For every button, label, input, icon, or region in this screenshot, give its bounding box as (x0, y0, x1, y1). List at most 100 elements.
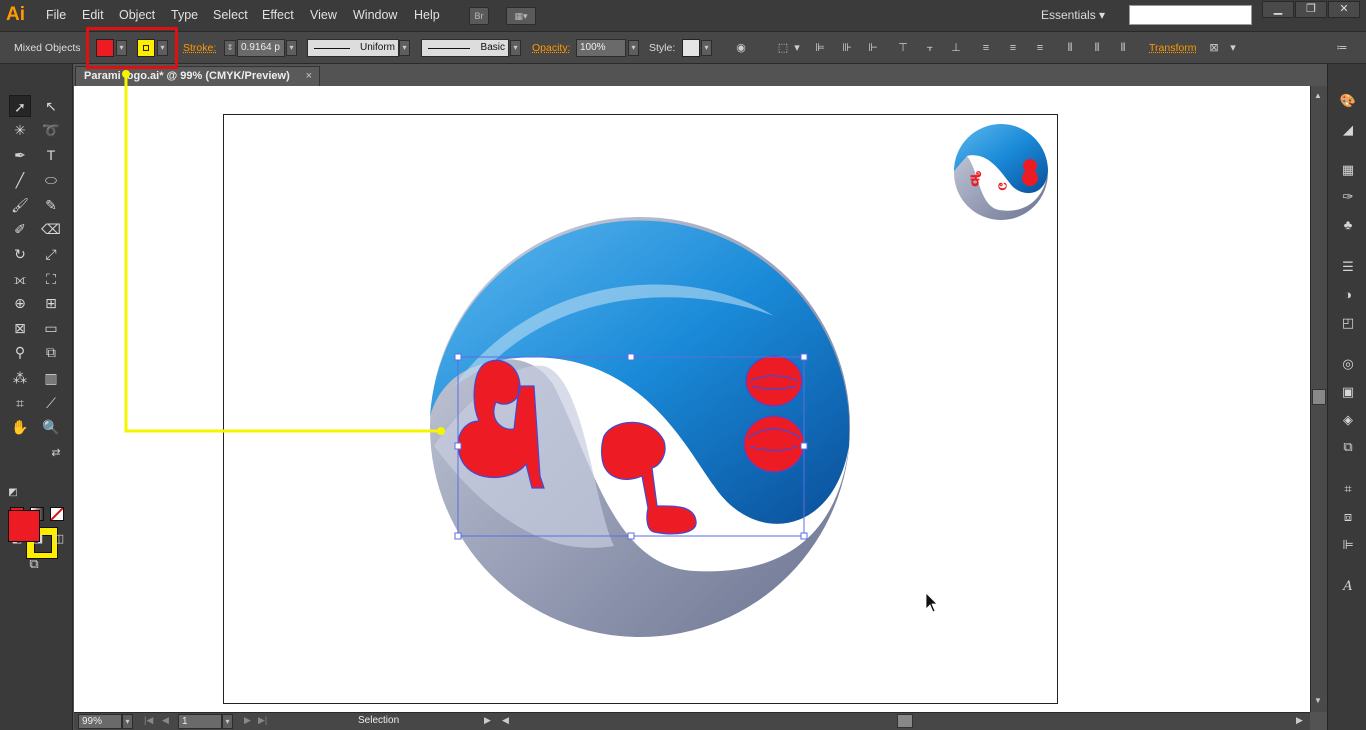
brush-definition[interactable]: Basic (421, 39, 509, 57)
pen-tool-icon[interactable]: ✒ (9, 144, 31, 166)
gradient-tool-icon[interactable]: ▭ (40, 317, 62, 339)
gradient-panel-icon[interactable]: ◑ (1338, 286, 1358, 304)
brushes-icon[interactable]: ✑ (1338, 188, 1358, 206)
stroke-weight-field[interactable]: 0.9164 p (237, 39, 285, 57)
bridge-button[interactable]: Br (469, 7, 489, 25)
scroll-up-icon[interactable]: ▲ (1314, 91, 1322, 100)
close-window-button[interactable]: ✕ (1328, 1, 1360, 18)
swap-fill-stroke-icon[interactable]: ⇄ (45, 442, 67, 464)
selection-tool-icon[interactable]: ➚ (9, 95, 31, 117)
distribute-horizontal-center-icon[interactable]: ⦀ (1090, 42, 1104, 55)
menu-select[interactable]: Select (213, 8, 248, 22)
status-menu-icon[interactable]: ▶ (484, 715, 491, 726)
mesh-tool-icon[interactable]: ⊠ (9, 317, 31, 339)
next-artboard-icon[interactable]: ▶ (244, 715, 251, 726)
zoom-dropdown[interactable]: ▾ (122, 714, 133, 729)
transform-panel-icon[interactable]: ⌗ (1338, 480, 1358, 498)
variable-width-profile[interactable]: Uniform (307, 39, 399, 57)
width-tool-icon[interactable]: ⟗ (9, 268, 31, 290)
symbol-sprayer-tool-icon[interactable]: ⁂ (9, 367, 31, 389)
draw-inside-icon[interactable]: ◫ (48, 528, 70, 550)
perspective-grid-tool-icon[interactable]: ⊞ (40, 292, 62, 314)
chevron-down-icon[interactable]: ▾ (790, 42, 804, 55)
profile-dropdown[interactable]: ▾ (399, 40, 410, 56)
swatches-icon[interactable]: ▦ (1338, 161, 1358, 179)
align-vertical-center-icon[interactable]: ⫟ (923, 42, 937, 55)
close-tab-icon[interactable]: × (306, 70, 312, 82)
menu-type[interactable]: Type (171, 8, 198, 22)
pathfinder-icon[interactable]: ⊫ (1338, 536, 1358, 554)
artboards-icon[interactable]: ⧉ (1338, 438, 1358, 456)
free-transform-tool-icon[interactable]: ⛶ (40, 268, 62, 290)
align-panel-icon[interactable]: ⧈ (1338, 508, 1358, 526)
transparency-icon[interactable]: ◰ (1338, 314, 1358, 332)
style-swatch[interactable] (682, 39, 700, 57)
style-dropdown[interactable]: ▾ (701, 40, 712, 56)
column-graph-tool-icon[interactable]: ▥ (40, 367, 62, 389)
brush-dropdown[interactable]: ▾ (510, 40, 521, 56)
canvas[interactable]: ಕೆ ಲ (74, 86, 1310, 712)
rotate-tool-icon[interactable]: ↻ (9, 243, 31, 265)
layers-icon[interactable]: ◈ (1338, 411, 1358, 429)
document-tab[interactable]: Parami logo.ai* @ 99% (CMYK/Preview) × (75, 66, 320, 86)
character-panel-icon[interactable]: A (1338, 578, 1358, 596)
color-panel-icon[interactable]: 🎨 (1338, 92, 1358, 110)
vertical-scrollbar[interactable]: ▲ ▼ (1310, 86, 1327, 712)
paintbrush-tool-icon[interactable]: 🖌 (9, 194, 31, 216)
stroke-stepper[interactable]: ⇕ (224, 40, 236, 56)
distribute-left-icon[interactable]: ⦀ (1063, 42, 1077, 55)
align-horizontal-center-icon[interactable]: ⊪ (840, 42, 854, 55)
align-left-icon[interactable]: ⊫ (813, 42, 827, 55)
zoom-field[interactable]: 99% (78, 714, 122, 729)
graphic-styles-icon[interactable]: ▣ (1338, 383, 1358, 401)
align-to-icon[interactable]: ⬚ (776, 42, 790, 55)
type-tool-icon[interactable]: T (40, 144, 62, 166)
vertical-scroll-thumb[interactable] (1312, 389, 1326, 405)
arrange-documents-button[interactable]: ▦▾ (506, 7, 536, 25)
chevron-down-icon[interactable]: ▾ (1226, 42, 1240, 55)
stroke-label[interactable]: Stroke: (183, 42, 216, 54)
scroll-left-icon[interactable]: ◀ (502, 715, 509, 726)
artboard-number-field[interactable]: 1 (178, 714, 222, 729)
shape-builder-tool-icon[interactable]: ⊕ (9, 292, 31, 314)
opacity-label[interactable]: Opacity: (532, 42, 571, 54)
menu-window[interactable]: Window (353, 8, 397, 22)
distribute-vertical-center-icon[interactable]: ≡ (1006, 42, 1020, 55)
align-bottom-icon[interactable]: ⊥ (949, 42, 963, 55)
blob-brush-tool-icon[interactable]: ✐ (9, 218, 31, 240)
previous-artboard-icon[interactable]: ◀ (162, 715, 169, 726)
artboard-tool-icon[interactable]: ⌗ (9, 392, 31, 414)
ellipse-tool-icon[interactable]: ⬭ (40, 169, 62, 191)
recolor-artwork-icon[interactable]: ◉ (734, 42, 748, 55)
isolate-selected-object-icon[interactable]: ⊠ (1207, 42, 1221, 55)
transform-link[interactable]: Transform (1149, 42, 1196, 54)
distribute-top-icon[interactable]: ≡ (979, 42, 993, 55)
scroll-right-icon[interactable]: ▶ (1296, 715, 1303, 726)
scale-tool-icon[interactable]: ⤢ (40, 243, 62, 265)
opacity-field[interactable]: 100% (576, 39, 626, 57)
distribute-bottom-icon[interactable]: ≡ (1033, 42, 1047, 55)
scroll-down-icon[interactable]: ▼ (1314, 696, 1322, 705)
none-mode-icon[interactable] (50, 507, 64, 521)
pencil-tool-icon[interactable]: ✎ (40, 194, 62, 216)
artboard-dropdown[interactable]: ▾ (222, 714, 233, 729)
direct-selection-tool-icon[interactable]: ↖ (40, 95, 62, 117)
default-fill-stroke-icon[interactable]: ◩ (2, 482, 24, 504)
screen-mode-icon[interactable]: ⧉ (23, 553, 45, 575)
stroke-weight-dropdown[interactable]: ▾ (286, 40, 297, 56)
magic-wand-tool-icon[interactable]: ✳ (9, 119, 31, 141)
menu-view[interactable]: View (310, 8, 337, 22)
minimize-button[interactable]: ▁ (1262, 1, 1294, 18)
small-logo[interactable]: ಕೆ ಲ (954, 124, 1048, 220)
appearance-icon[interactable]: ◎ (1338, 355, 1358, 373)
search-input[interactable] (1129, 5, 1252, 25)
lasso-tool-icon[interactable]: ➰ (40, 119, 62, 141)
first-artboard-icon[interactable]: |◀ (144, 715, 153, 726)
menu-object[interactable]: Object (119, 8, 155, 22)
symbols-icon[interactable]: ♣ (1338, 216, 1358, 234)
horizontal-scroll-thumb[interactable] (897, 714, 913, 728)
color-guide-icon[interactable]: ◢ (1338, 121, 1358, 139)
panel-menu-icon[interactable]: ≔ (1335, 42, 1349, 55)
restore-button[interactable]: ❐ (1295, 1, 1327, 18)
last-artboard-icon[interactable]: ▶| (258, 715, 267, 726)
